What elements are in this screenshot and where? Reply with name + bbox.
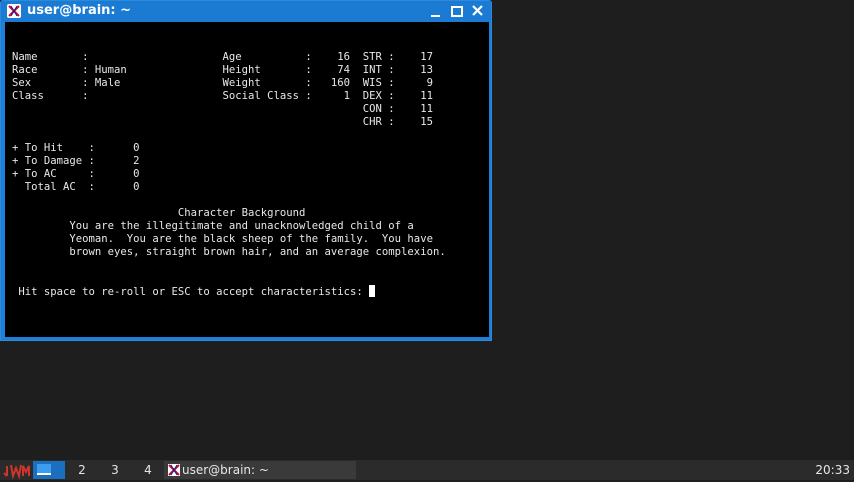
close-button[interactable]: [469, 3, 487, 20]
terminal-line-name-age-str: Name : Age : 16 STR : 17: [12, 51, 433, 63]
terminal-line-con: CON : 11: [12, 103, 433, 115]
prompt-line[interactable]: Hit space to re-roll or ESC to accept ch…: [12, 285, 376, 298]
terminal-screen[interactable]: Name : Age : 16 STR : 17 Race : Human He…: [5, 22, 489, 337]
terminal-line-to-ac: + To AC : 0: [12, 168, 140, 180]
background-heading: Character Background: [12, 207, 306, 219]
window-title: user@brain: ~: [27, 3, 132, 18]
close-icon: [472, 5, 483, 16]
jwm-logo-icon: [3, 464, 30, 480]
prompt-text: Hit space to re-roll or ESC to accept ch…: [12, 286, 370, 298]
xterm-icon: [7, 4, 21, 18]
background-text-line: brown eyes, straight brown hair, and an …: [12, 246, 446, 258]
background-text-line: Yeoman. You are the black sheep of the f…: [12, 233, 433, 245]
minimize-button[interactable]: [427, 3, 445, 20]
active-workspace-indicator: [37, 464, 51, 475]
taskbar-window-button[interactable]: user@brain: ~: [164, 461, 356, 479]
workspace-1-button[interactable]: [33, 461, 65, 479]
title-bar[interactable]: user@brain: ~: [1, 1, 491, 22]
start-menu-button[interactable]: [3, 461, 31, 480]
terminal-line-race-height-int: Race : Human Height : 74 INT : 13: [12, 64, 433, 76]
background-text-line: You are the illegitimate and unacknowled…: [12, 220, 414, 232]
terminal-line-chr: CHR : 15: [12, 116, 433, 128]
terminal-line-to-damage: + To Damage : 2: [12, 155, 140, 167]
workspace-4-button[interactable]: 4: [132, 461, 164, 479]
desktop: user@brain: ~ Name : Age: 16 STR: 17 R…: [0, 0, 854, 460]
minimize-icon: [431, 15, 440, 17]
xterm-icon: [168, 464, 180, 476]
taskbar-window-title: user@brain: ~: [182, 463, 269, 477]
terminal-line-sex-weight-wis: Sex : Male Weight : 160 WIS : 9: [12, 77, 433, 89]
taskbar: 2 3 4 user@brain: ~ 20:33: [0, 460, 854, 480]
terminal-line-class-social-dex: Class : Social Class : 1 DEX : 11: [12, 90, 433, 102]
maximize-button[interactable]: [448, 3, 466, 20]
text-cursor: [369, 285, 376, 297]
terminal-window[interactable]: user@brain: ~ Name : Age: 16 STR: 17 R…: [0, 0, 492, 341]
terminal-line-to-hit: + To Hit : 0: [12, 142, 140, 154]
clock[interactable]: 20:33: [815, 460, 850, 480]
terminal-line-total-ac: Total AC : 0: [12, 181, 140, 193]
maximize-icon: [451, 6, 463, 17]
workspace-3-button[interactable]: 3: [99, 461, 131, 479]
workspace-2-button[interactable]: 2: [66, 461, 98, 479]
